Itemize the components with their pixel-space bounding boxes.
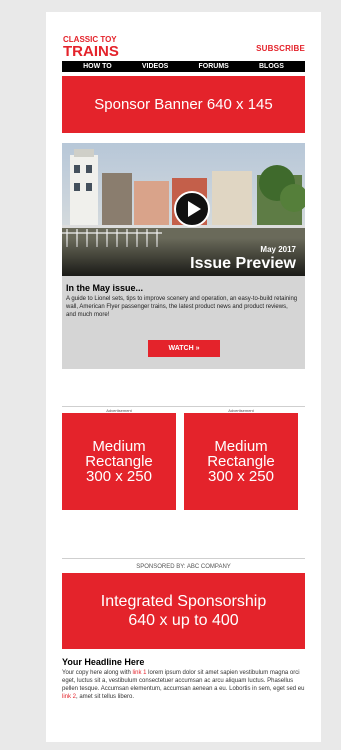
medium-rectangle-ad[interactable]: Medium Rectangle 300 x 250	[184, 413, 298, 510]
medium-rectangle-ad[interactable]: Medium Rectangle 300 x 250	[62, 413, 176, 510]
sponsorship-line: Integrated Sponsorship	[100, 593, 267, 610]
header: CLASSIC TOY TRAINS SUBSCRIBE	[62, 34, 305, 58]
nav-bar: HOW TO VIDEOS FORUMS BLOGS	[62, 61, 305, 72]
copy-text: , amet sit tellus libero.	[76, 694, 135, 700]
play-button-icon[interactable]	[174, 191, 210, 227]
newsletter-sheet: CLASSIC TOY TRAINS SUBSCRIBE HOW TO VIDE…	[46, 12, 321, 742]
ad-line: Medium	[214, 438, 268, 455]
sponsor-banner[interactable]: Sponsor Banner 640 x 145	[62, 76, 305, 133]
subscribe-link[interactable]: SUBSCRIBE	[256, 44, 305, 53]
divider	[62, 558, 305, 559]
sponsored-by-label: SPONSORED BY: ABC COMPANY	[136, 564, 231, 570]
article-headline: Your Headline Here	[62, 657, 145, 667]
issue-preview-title: Issue Preview	[190, 255, 296, 272]
ad-line: 300 x 250	[86, 468, 152, 485]
nav-item-forums[interactable]: FORUMS	[199, 63, 229, 70]
issue-preview-card: May 2017 Issue Preview In the May issue.…	[62, 143, 305, 369]
issue-heading: In the May issue...	[66, 283, 144, 293]
ad-line: Rectangle	[207, 453, 275, 470]
nav-item-videos[interactable]: VIDEOS	[142, 63, 168, 70]
logo-line-2: TRAINS	[63, 43, 119, 58]
ad-line: Medium	[92, 438, 146, 455]
integrated-sponsorship-ad[interactable]: Integrated Sponsorship 640 x up to 400	[62, 573, 305, 649]
copy-text: Your copy here along with	[62, 670, 133, 676]
nav-item-blogs[interactable]: BLOGS	[259, 63, 284, 70]
issue-description: A guide to Lionel sets, tips to improve …	[66, 296, 298, 318]
article-link-2[interactable]: link 2	[62, 694, 76, 700]
ad-line: Rectangle	[85, 453, 153, 470]
issue-date: May 2017	[260, 245, 296, 254]
ad-line: 300 x 250	[208, 468, 274, 485]
nav-item-how-to[interactable]: HOW TO	[83, 63, 112, 70]
article-link-1[interactable]: link 1	[133, 670, 147, 676]
watch-button[interactable]: WATCH »	[148, 340, 220, 357]
article-copy: Your copy here along with link 1 lorem i…	[62, 669, 305, 701]
divider	[62, 406, 305, 407]
sponsorship-size: 640 x up to 400	[128, 612, 239, 629]
classic-toy-trains-logo[interactable]: CLASSIC TOY TRAINS	[62, 34, 139, 58]
